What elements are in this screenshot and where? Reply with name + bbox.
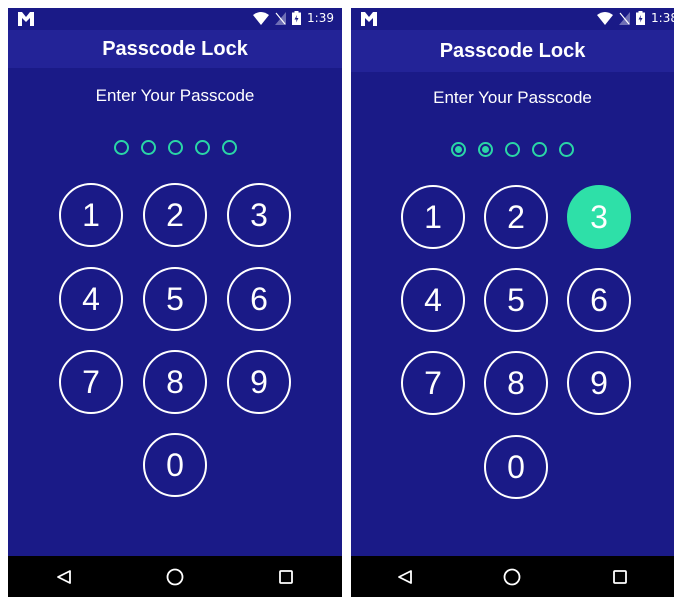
key-5[interactable]: 5	[484, 268, 548, 332]
app-bar: Passcode Lock	[351, 30, 674, 72]
key-8[interactable]: 8	[143, 350, 207, 414]
no-signal-icon	[275, 11, 287, 25]
key-6[interactable]: 6	[227, 267, 291, 331]
key-8[interactable]: 8	[484, 351, 548, 415]
status-time: 1:38	[651, 11, 674, 25]
key-4[interactable]: 4	[401, 268, 465, 332]
status-icons: 1:38	[597, 11, 674, 25]
key-1[interactable]: 1	[401, 185, 465, 249]
key-3[interactable]: 3	[227, 183, 291, 247]
home-circle-icon	[166, 568, 184, 585]
passcode-dot-4	[194, 140, 210, 155]
key-2[interactable]: 2	[143, 183, 207, 247]
status-icons: 1:39	[253, 11, 334, 25]
status-bar: 1:39	[8, 8, 342, 30]
wifi-icon	[253, 11, 270, 25]
back-triangle-icon	[397, 569, 412, 584]
status-bar: 1:38	[351, 8, 674, 30]
key-0[interactable]: 0	[484, 435, 548, 499]
m-logo-icon	[361, 12, 377, 26]
key-1[interactable]: 1	[59, 183, 123, 247]
passcode-dot-2	[140, 140, 156, 155]
recent-square-icon	[279, 569, 294, 584]
passcode-dot-5	[559, 142, 574, 157]
nav-home-button[interactable]	[500, 565, 524, 589]
back-triangle-icon	[56, 569, 71, 584]
key-9[interactable]: 9	[567, 351, 631, 415]
key-6[interactable]: 6	[567, 268, 631, 332]
key-7[interactable]: 7	[59, 350, 123, 414]
passcode-dot-3	[167, 140, 183, 155]
passcode-dot-2	[478, 142, 493, 157]
nav-recent-button[interactable]	[274, 565, 298, 589]
passcode-prompt: Enter Your Passcode	[433, 88, 592, 107]
passcode-dot-1	[113, 140, 129, 155]
battery-charging-icon	[292, 11, 302, 25]
passcode-dot-3	[505, 142, 520, 157]
passcode-dot-1	[451, 142, 466, 157]
phone-screen-left: 1:39 Passcode Lock Enter Your Passcode 1…	[8, 8, 342, 597]
nav-home-button[interactable]	[163, 565, 187, 589]
status-time: 1:39	[307, 11, 334, 25]
m-logo-icon	[18, 12, 34, 26]
phone-screen-right: 1:38 Passcode Lock Enter Your Passcode 1…	[351, 8, 674, 597]
navigation-bar	[351, 556, 674, 597]
key-5[interactable]: 5	[143, 267, 207, 331]
passcode-indicator	[351, 142, 674, 157]
wifi-icon	[597, 11, 614, 25]
app-title: Passcode Lock	[102, 37, 248, 60]
passcode-indicator	[8, 140, 342, 155]
app-bar: Passcode Lock	[8, 30, 342, 68]
key-0[interactable]: 0	[143, 433, 207, 497]
key-4[interactable]: 4	[59, 267, 123, 331]
no-signal-icon	[619, 11, 631, 25]
nav-back-button[interactable]	[52, 565, 76, 589]
navigation-bar	[8, 556, 342, 597]
passcode-dot-4	[532, 142, 547, 157]
nav-back-button[interactable]	[393, 565, 417, 589]
key-7[interactable]: 7	[401, 351, 465, 415]
passcode-prompt: Enter Your Passcode	[95, 86, 255, 105]
nav-recent-button[interactable]	[608, 565, 632, 589]
app-title: Passcode Lock	[439, 39, 586, 62]
key-2[interactable]: 2	[484, 185, 548, 249]
recent-square-icon	[613, 569, 628, 584]
passcode-dot-5	[221, 140, 237, 155]
key-9[interactable]: 9	[227, 350, 291, 414]
battery-charging-icon	[636, 11, 646, 25]
key-3[interactable]: 3	[567, 185, 631, 249]
home-circle-icon	[504, 568, 521, 585]
